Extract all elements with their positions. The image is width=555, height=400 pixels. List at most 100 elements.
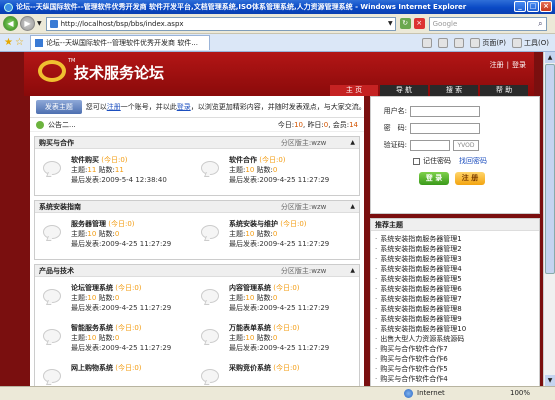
recommended-item[interactable]: 系统安装指南服务器管理10 [375,324,535,334]
zoom-level[interactable]: 100% [510,389,530,397]
recommended-item[interactable]: 系统安装指南服务器管理6 [375,284,535,294]
section-header[interactable]: 产品与技术 分区版主:wzw ▲ [35,265,359,277]
nav-home[interactable]: 主 页 [330,85,378,96]
forum-item[interactable]: 服务器管理 (今日:0) 主题:10 贴数:0 最后发表:2009-4-25 1… [39,217,197,257]
username-label: 用户名: [383,107,407,115]
recommended-item[interactable]: 系统安装指南服务器管理1 [375,234,535,244]
recommended-item[interactable]: 系统安装指南服务器管理4 [375,264,535,274]
forum-name[interactable]: 万能表单系统 [229,324,271,332]
post-topic-button[interactable]: 发表主题 [36,99,82,114]
print-button[interactable] [454,37,465,48]
remember-checkbox[interactable] [413,157,420,165]
forum-item[interactable]: 智能服务系统 (今日:0) 主题:10 贴数:0 最后发表:2009-4-25 … [39,321,197,361]
recommended-item[interactable]: 系统安装指南服务器管理9 [375,314,535,324]
window-controls: _ □ × [514,1,552,12]
header-login-link[interactable]: 登录 [512,61,526,69]
forum-name[interactable]: 内容管理系统 [229,284,271,292]
forum-item[interactable]: 软件购买 (今日:0) 主题:11 贴数:11 最后发表:2009-5-4 12… [39,153,197,193]
collapse-icon[interactable]: ▲ [350,139,355,146]
collapse-icon[interactable]: ▲ [350,203,355,210]
forward-button[interactable]: ▶ [20,16,35,31]
sidebar: 用户名: 密 码: 验证码: YVOD 记住密码 找回密码 登 录 注 册 推荐… [370,96,540,386]
recommended-item[interactable]: 系统安装指南服务器管理3 [375,254,535,264]
maximize-button[interactable]: □ [527,1,539,12]
print-icon [454,37,465,48]
login-button[interactable]: 登 录 [419,172,449,185]
forum-item[interactable]: 系统安装与维护 (今日:0) 主题:10 贴数:0 最后发表:2009-4-25… [197,217,355,257]
minimize-button[interactable]: _ [514,1,526,12]
forum-name[interactable]: 软件合作 [229,156,257,164]
nav-search[interactable]: 搜 索 [430,85,478,96]
recommended-item[interactable]: 购买与合作软件合作5 [375,364,535,374]
username-input[interactable] [410,105,480,117]
scroll-thumb[interactable] [545,64,555,274]
refresh-icon[interactable]: ↻ [399,18,411,29]
scroll-down-icon[interactable]: ▼ [545,375,555,386]
recommended-title: 推荐主题 [371,219,539,231]
section-header[interactable]: 系统安装指南 分区版主:wzw ▲ [35,201,359,213]
close-button[interactable]: × [540,1,552,12]
intro-bar: 发表主题 您可以注册一个账号，并以此登录，以浏览更加精彩内容，并随时发表观点，与… [30,96,364,118]
recommended-item[interactable]: 购买与合作软件合作6 [375,354,535,364]
forgot-password-link[interactable]: 找回密码 [459,156,487,166]
intro-register-link[interactable]: 注册 [107,103,121,111]
captcha-image[interactable]: YVOD [453,139,479,151]
section-header[interactable]: 购买与合作 分区版主:wzw ▲ [35,137,359,149]
forum-item[interactable]: 采购竞价系统 (今日:0) [197,361,355,386]
nav-guide[interactable]: 导 航 [380,85,428,96]
password-input[interactable] [410,122,480,134]
address-dropdown-icon[interactable]: ▼ [388,20,393,27]
stop-icon[interactable]: × [413,18,425,29]
intro-text: 您可以注册一个账号，并以此登录，以浏览更加精彩内容，并随时发表观点，与大家交流。 [85,102,364,111]
forum-name[interactable]: 服务器管理 [71,220,106,228]
recommended-item[interactable]: 出售大型人力资源系统源码 [375,334,535,344]
recommended-item[interactable]: 系统安装指南服务器管理2 [375,244,535,254]
feeds-button[interactable] [438,37,449,48]
forum-item[interactable]: 软件合作 (今日:0) 主题:10 贴数:0 最后发表:2009-4-25 11… [197,153,355,193]
recommended-list: 系统安装指南服务器管理1 系统安装指南服务器管理2 系统安装指南服务器管理3 系… [371,231,539,386]
home-button[interactable] [422,37,433,48]
scroll-up-icon[interactable]: ▲ [545,52,555,63]
back-button[interactable]: ◀ [3,16,18,31]
window-title-bar[interactable]: 论坛--天纵国际软件--管理软件优秀开发商 软件开发平台,文档管理系统,ISO体… [0,0,555,14]
recommended-item[interactable]: 系统安装指南服务器管理8 [375,304,535,314]
internet-zone-icon [404,389,413,398]
forum-main: 发表主题 您可以注册一个账号，并以此登录，以浏览更加精彩内容，并随时发表观点，与… [30,96,364,386]
tab-page-icon [34,39,43,47]
forum-name[interactable]: 网上购物系统 [71,364,113,372]
tools-menu[interactable]: 工具(O) [512,37,549,48]
forum-name[interactable]: 智能服务系统 [71,324,113,332]
header-register-link[interactable]: 注册 [490,61,504,69]
browser-tab[interactable]: 论坛--天纵国际软件--管理软件优秀开发商 软件... [29,35,210,50]
recommended-item[interactable]: 购买与合作软件合作4 [375,374,535,384]
recommended-item[interactable]: 系统安装指南服务器管理5 [375,274,535,284]
recommended-item[interactable]: 购买与合作软件合作7 [375,344,535,354]
history-dropdown-icon[interactable]: ▼ [37,20,42,27]
forum-item[interactable]: 网上购物系统 (今日:0) [39,361,197,386]
vertical-scrollbar[interactable]: ▲ ▼ [543,52,555,386]
forum-name[interactable]: 系统安装与维护 [229,220,278,228]
search-input[interactable]: Google ⌕ [428,16,547,31]
recommended-item[interactable]: 系统安装指南服务器管理7 [375,294,535,304]
forum-item[interactable]: 论坛管理系统 (今日:0) 主题:10 贴数:0 最后发表:2009-4-25 … [39,281,197,321]
announcement-link[interactable]: 公告二... [48,120,76,130]
collapse-icon[interactable]: ▲ [350,267,355,274]
add-favorite-icon[interactable]: ☆ [15,37,24,48]
forum-item[interactable]: 万能表单系统 (今日:0) 主题:10 贴数:0 最后发表:2009-4-25 … [197,321,355,361]
forum-name[interactable]: 采购竞价系统 [229,364,271,372]
favorites-star-icon[interactable]: ★ [4,37,13,48]
captcha-input[interactable] [410,139,450,151]
intro-login-link[interactable]: 登录 [177,103,191,111]
page-menu[interactable]: 页面(P) [470,37,506,48]
register-button[interactable]: 注 册 [455,172,485,185]
forum-name[interactable]: 论坛管理系统 [71,284,113,292]
forum-item[interactable]: 内容管理系统 (今日:0) 主题:10 贴数:0 最后发表:2009-4-25 … [197,281,355,321]
nav-help[interactable]: 帮 助 [480,85,528,96]
forum-name[interactable]: 软件购买 [71,156,99,164]
login-buttons: 登 录 注 册 [419,172,533,185]
tab-label: 论坛--天纵国际软件--管理软件优秀开发商 软件... [45,39,198,47]
address-bar[interactable]: http://localhost/bsp/bbs/index.aspx ▼ [45,16,396,31]
section-title: 购买与合作 [39,138,74,147]
search-icon[interactable]: ⌕ [538,19,542,29]
section-moderators: 分区版主:wzw [280,266,327,275]
